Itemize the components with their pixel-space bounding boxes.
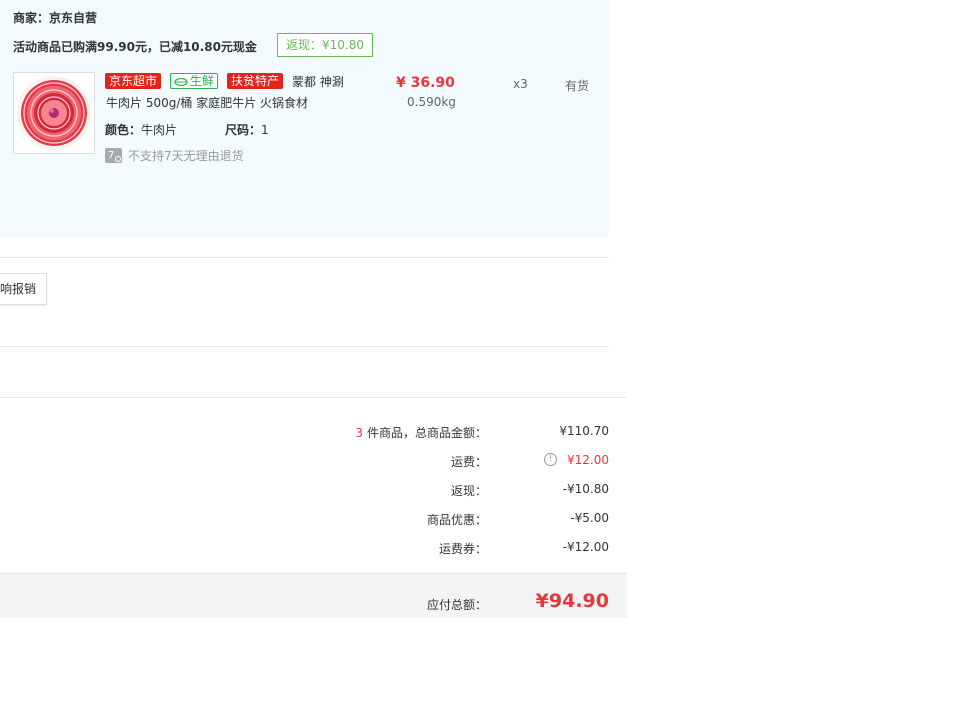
merchant-line: 商家：京东自营 bbox=[13, 9, 97, 26]
no-return-notice: 7 不支持7天无理由退货 bbox=[105, 147, 244, 164]
cashback-badge: 返现：¥10.80 bbox=[277, 33, 373, 57]
product-price: ¥ 36.90 bbox=[396, 75, 455, 91]
product-brand[interactable]: 蒙都 神涮 bbox=[292, 73, 344, 90]
goods-total-value: ¥110.70 bbox=[559, 424, 609, 438]
attr-color-value: 牛肉片 bbox=[141, 123, 178, 137]
total-payable-bar: 应付总额： ¥94.90 bbox=[0, 573, 627, 618]
discount-value: -¥5.00 bbox=[570, 511, 609, 525]
beef-slices-image bbox=[17, 76, 91, 150]
tag-fresh-label: 生鲜 bbox=[190, 74, 215, 88]
product-weight: 0.590kg bbox=[407, 95, 456, 109]
attr-size: 尺码：1 bbox=[225, 121, 269, 138]
divider bbox=[0, 257, 609, 258]
leaf-icon bbox=[174, 76, 188, 87]
goods-total-label: 3 件商品，总商品金额： bbox=[355, 426, 487, 440]
attr-size-value: 1 bbox=[261, 123, 269, 137]
tag-poverty-aid: 扶贫特产 bbox=[227, 73, 284, 89]
attr-color: 颜色：牛肉片 bbox=[105, 121, 177, 138]
promo-text: 活动商品已购满99.90元，已减10.80元现金 bbox=[13, 40, 257, 54]
product-thumbnail[interactable] bbox=[13, 72, 95, 154]
invoice-button[interactable]: 响报销 bbox=[0, 273, 47, 305]
freight-label: 运费： bbox=[450, 455, 487, 469]
summary-freight-coupon: 运费券： -¥12.00 bbox=[0, 540, 627, 560]
merchant-name: 京东自营 bbox=[49, 11, 98, 25]
stock-status: 有货 bbox=[565, 79, 590, 93]
total-label: 应付总额： bbox=[426, 598, 487, 612]
product-name[interactable]: 牛肉片 500g/桶 家庭肥牛片 火锅食材 bbox=[106, 94, 308, 111]
tag-fresh: 生鲜 bbox=[170, 73, 219, 89]
coupon-label: 运费券： bbox=[438, 542, 487, 556]
divider bbox=[0, 397, 627, 398]
merchant-label: 商家： bbox=[13, 11, 50, 25]
cashback-value: -¥10.80 bbox=[562, 482, 609, 496]
summary-cashback: 返现： -¥10.80 bbox=[0, 482, 627, 502]
seven-day-return-icon: 7 bbox=[105, 148, 122, 163]
attr-size-label: 尺码： bbox=[225, 123, 262, 137]
freight-value: ¥12.00 bbox=[567, 453, 609, 467]
discount-label: 商品优惠： bbox=[426, 513, 487, 527]
item-count: 3 bbox=[355, 426, 363, 440]
info-icon[interactable]: ! bbox=[544, 453, 557, 466]
divider bbox=[0, 346, 609, 347]
attr-color-label: 颜色： bbox=[105, 123, 142, 137]
tag-jd-supermarket: 京东超市 bbox=[105, 73, 162, 89]
summary-goods-total: 3 件商品，总商品金额： ¥110.70 bbox=[0, 424, 627, 444]
product-quantity: x3 bbox=[513, 77, 528, 91]
no-return-text: 不支持7天无理由退货 bbox=[128, 149, 244, 163]
cashback-label: 返现： bbox=[450, 484, 487, 498]
total-amount: ¥94.90 bbox=[535, 590, 609, 612]
summary-freight: 运费： ! ¥12.00 bbox=[0, 453, 627, 473]
order-item-panel: 商家：京东自营 活动商品已购满99.90元，已减10.80元现金 返现：¥10.… bbox=[0, 0, 609, 237]
summary-discount: 商品优惠： -¥5.00 bbox=[0, 511, 627, 531]
product-tags: 京东超市 生鲜 扶贫特产 蒙都 神涮 bbox=[105, 73, 344, 89]
coupon-value: -¥12.00 bbox=[562, 540, 609, 554]
